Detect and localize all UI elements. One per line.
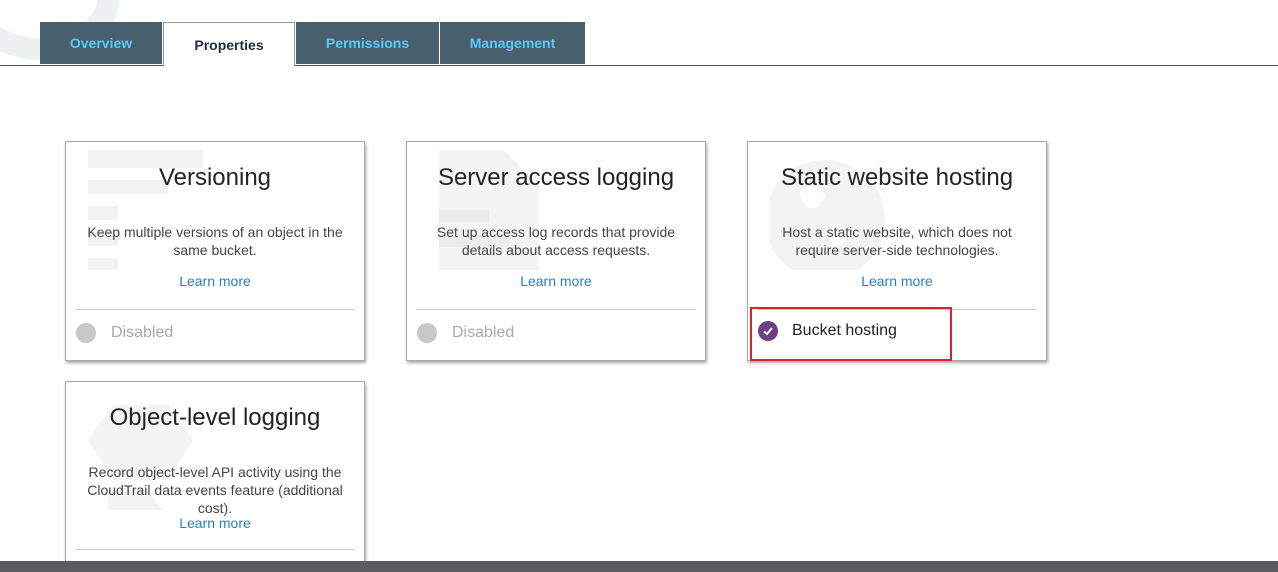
learn-more-link[interactable]: Learn more — [407, 273, 705, 289]
tab-permissions[interactable]: Permissions — [296, 22, 439, 64]
object-level-logging-card[interactable]: Object-level logging Record object-level… — [65, 381, 365, 571]
circle-icon — [76, 323, 96, 343]
learn-more-link[interactable]: Learn more — [748, 273, 1046, 289]
card-description: Set up access log records that provide d… — [436, 224, 676, 258]
card-divider — [76, 309, 354, 310]
card-title: Server access logging — [437, 164, 675, 191]
highlight-annotation — [750, 307, 952, 361]
learn-more-link[interactable]: Learn more — [66, 273, 364, 289]
status-row: Disabled — [417, 322, 514, 344]
status-label: Disabled — [452, 324, 515, 341]
tab-properties[interactable]: Properties — [163, 22, 295, 66]
versioning-card[interactable]: Versioning Keep multiple versions of an … — [65, 141, 365, 361]
card-title: Versioning — [158, 164, 272, 191]
card-divider — [76, 549, 354, 550]
circle-icon — [417, 323, 437, 343]
card-title: Static website hosting — [780, 164, 1014, 191]
server-access-logging-card[interactable]: Server access logging Set up access log … — [406, 141, 706, 361]
status-label: Disabled — [111, 324, 174, 341]
tab-overview[interactable]: Overview — [40, 22, 162, 64]
card-divider — [417, 309, 695, 310]
learn-more-link[interactable]: Learn more — [66, 515, 364, 531]
status-row: Disabled — [76, 322, 173, 344]
card-title: Object-level logging — [109, 404, 321, 431]
card-description: Record object-level API activity using t… — [87, 464, 343, 516]
footer-bar — [0, 561, 1278, 572]
tab-management[interactable]: Management — [440, 22, 585, 64]
card-description: Keep multiple versions of an object in t… — [87, 224, 343, 258]
card-description: Host a static website, which does not re… — [782, 224, 1012, 258]
